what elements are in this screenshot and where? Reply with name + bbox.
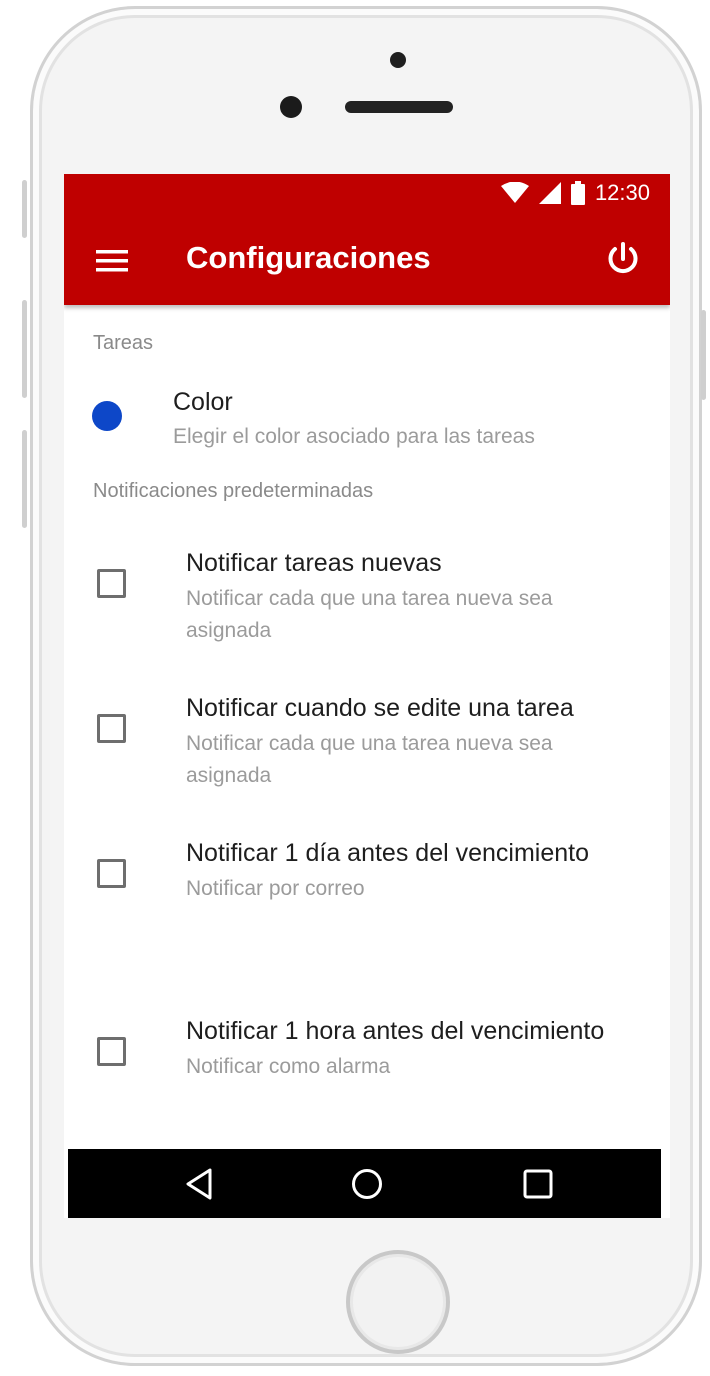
earpiece-speaker bbox=[345, 101, 453, 113]
checkbox[interactable] bbox=[97, 1037, 126, 1066]
checkbox[interactable] bbox=[97, 569, 126, 598]
status-time: 12:30 bbox=[594, 180, 650, 205]
pref-summary: Elegir el color asociado para las tareas bbox=[173, 425, 535, 448]
hardware-home-button[interactable] bbox=[346, 1250, 450, 1354]
side-button-mute bbox=[22, 180, 27, 238]
pref-title: Notificar tareas nuevas bbox=[186, 549, 442, 577]
signal-icon bbox=[538, 182, 561, 204]
pref-title: Color bbox=[173, 388, 233, 416]
menu-icon[interactable] bbox=[92, 241, 132, 281]
side-button-volume-down bbox=[22, 430, 27, 528]
pref-summary: Notificar como alarma bbox=[186, 1055, 391, 1078]
pref-notify-1-hour[interactable]: Notificar 1 hora antes del vencimiento N… bbox=[64, 1008, 670, 1098]
back-icon[interactable] bbox=[182, 1166, 218, 1202]
battery-icon bbox=[570, 181, 585, 205]
pref-title: Notificar 1 hora antes del vencimiento bbox=[186, 1017, 605, 1045]
section-header-tareas: Tareas bbox=[93, 332, 154, 354]
wifi-icon bbox=[500, 182, 529, 203]
page-title: Configuraciones bbox=[186, 240, 431, 275]
pref-summary: asignada bbox=[186, 764, 272, 787]
checkbox[interactable] bbox=[97, 859, 126, 888]
color-swatch bbox=[92, 401, 122, 431]
pref-summary: Notificar por correo bbox=[186, 877, 365, 900]
pref-summary: asignada bbox=[186, 619, 272, 642]
pref-color[interactable]: Color Elegir el color asociado para las … bbox=[64, 377, 670, 467]
checkbox[interactable] bbox=[97, 714, 126, 743]
pref-notify-edit-task[interactable]: Notificar cuando se edite una tarea Noti… bbox=[64, 685, 670, 810]
home-icon[interactable] bbox=[349, 1166, 385, 1202]
section-header-notificaciones: Notificaciones predeterminadas bbox=[93, 480, 374, 502]
system-nav-bar bbox=[68, 1149, 661, 1218]
settings-list: Tareas Color Elegir el color asociado pa… bbox=[64, 305, 670, 1149]
front-camera bbox=[280, 96, 302, 118]
status-bar: 12:30 bbox=[64, 174, 670, 212]
side-button-power bbox=[701, 310, 706, 400]
pref-notify-1-day[interactable]: Notificar 1 día antes del vencimiento No… bbox=[64, 830, 670, 920]
pref-title: Notificar cuando se edite una tarea bbox=[186, 694, 574, 722]
front-sensor bbox=[390, 52, 406, 68]
pref-notify-new-tasks[interactable]: Notificar tareas nuevas Notificar cada q… bbox=[64, 540, 670, 665]
power-icon[interactable] bbox=[604, 240, 642, 278]
pref-summary: Notificar cada que una tarea nueva sea bbox=[186, 587, 553, 610]
pref-summary: Notificar cada que una tarea nueva sea bbox=[186, 732, 553, 755]
recents-icon[interactable] bbox=[520, 1166, 556, 1202]
side-button-volume-up bbox=[22, 300, 27, 398]
phone-screen: 12:30 Configuraciones Tareas Color Elegi… bbox=[64, 174, 670, 1218]
app-bar: 12:30 Configuraciones bbox=[64, 174, 670, 305]
toolbar: Configuraciones bbox=[64, 212, 670, 305]
pref-title: Notificar 1 día antes del vencimiento bbox=[186, 839, 589, 867]
